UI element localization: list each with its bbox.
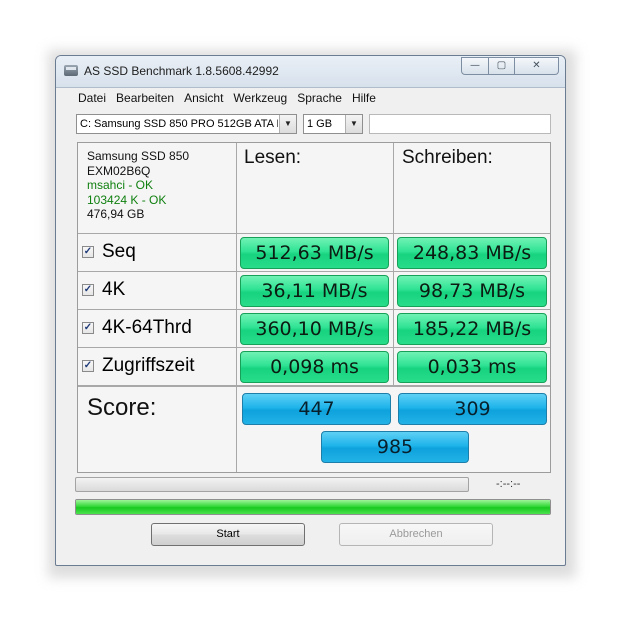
4k64thrd-write-result: 185,22 MB/s [397,313,547,345]
menu-ansicht[interactable]: Ansicht [184,91,223,105]
elapsed-timer: -:--:-- [496,478,521,490]
test-row-4k64thrd: ✓ 4K-64Thrd [82,310,192,346]
alignment-status: 103424 K - OK [87,192,167,207]
score-write: 309 [398,393,547,425]
seq-label: Seq [102,241,136,262]
title-bar[interactable]: AS SSD Benchmark 1.8.5608.42992 — ▢ ✕ [56,56,565,88]
4k-label: 4K [102,279,126,300]
size-select-value: 1 GB [307,118,333,130]
results-grid: Samsung SSD 850 EXM02B6Q msahci - OK 103… [77,142,551,473]
chevron-down-icon[interactable]: ▼ [345,115,362,133]
score-total: 985 [321,431,469,463]
abort-button[interactable]: Abbrechen [339,523,493,546]
grid-divider [78,271,550,272]
seq-write-result: 248,83 MB/s [397,237,547,269]
zugriffszeit-read-result: 0,098 ms [240,351,389,383]
read-column-header: Lesen: [244,147,302,168]
menu-werkzeug[interactable]: Werkzeug [233,91,287,105]
chevron-down-icon[interactable]: ▼ [279,115,296,133]
close-button[interactable]: ✕ [515,57,559,75]
test-row-4k: ✓ 4K [82,272,125,308]
status-textbox[interactable] [369,114,551,134]
maximize-button[interactable]: ▢ [489,57,515,75]
test-row-seq: ✓ Seq [82,234,136,270]
seq-read-result: 512,63 MB/s [240,237,389,269]
window-controls: — ▢ ✕ [461,57,559,75]
menu-datei[interactable]: Datei [78,91,106,105]
4k-checkbox[interactable]: ✓ [82,284,94,296]
grid-divider [393,143,394,386]
drive-select[interactable]: C: Samsung SSD 850 PRO 512GB ATA D ▼ [76,114,297,134]
drive-capacity: 476,94 GB [87,207,145,221]
score-cell: Score: [78,387,236,472]
window-title: AS SSD Benchmark 1.8.5608.42992 [84,64,279,78]
drive-select-value: C: Samsung SSD 850 PRO 512GB ATA D [80,118,278,130]
start-button[interactable]: Start [151,523,305,546]
overall-progress-bar [75,499,551,515]
test-progress-bar [75,477,469,492]
4k64thrd-read-result: 360,10 MB/s [240,313,389,345]
menu-sprache[interactable]: Sprache [297,91,342,105]
4k64thrd-label: 4K-64Thrd [102,317,192,338]
drive-model: Samsung SSD 850 [87,149,190,163]
grid-divider [236,143,237,472]
test-row-zugriffszeit: ✓ Zugriffszeit [82,348,195,384]
app-window: AS SSD Benchmark 1.8.5608.42992 — ▢ ✕ Da… [55,55,566,566]
score-read: 447 [242,393,391,425]
drive-info: Samsung SSD 850 EXM02B6Q msahci - OK 103… [87,149,189,222]
zugriffszeit-write-result: 0,033 ms [397,351,547,383]
seq-checkbox[interactable]: ✓ [82,246,94,258]
menu-hilfe[interactable]: Hilfe [352,91,376,105]
driver-status: msahci - OK [87,178,154,192]
minimize-button[interactable]: — [461,57,489,75]
4k64thrd-checkbox[interactable]: ✓ [82,322,94,334]
drive-firmware: EXM02B6Q [87,163,151,178]
score-label: Score: [87,394,157,421]
overall-progress-fill [76,500,550,514]
size-select[interactable]: 1 GB ▼ [303,114,363,134]
grid-divider [78,233,550,234]
4k-write-result: 98,73 MB/s [397,275,547,307]
write-column-header: Schreiben: [402,147,493,168]
drive-app-icon [64,65,78,76]
4k-read-result: 36,11 MB/s [240,275,389,307]
menu-bar: Datei Bearbeiten Ansicht Werkzeug Sprach… [56,87,565,109]
menu-bearbeiten[interactable]: Bearbeiten [116,91,174,105]
zugriffszeit-label: Zugriffszeit [102,355,195,376]
zugriffszeit-checkbox[interactable]: ✓ [82,360,94,372]
